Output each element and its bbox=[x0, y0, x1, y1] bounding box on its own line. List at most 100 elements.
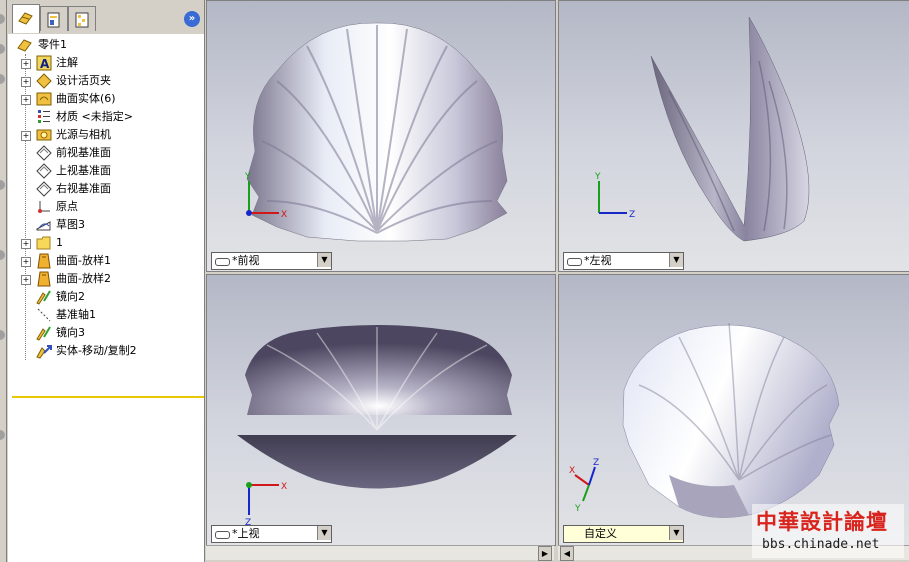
viewport-custom-label[interactable]: 自定义 ▼ bbox=[563, 525, 684, 543]
watermark-url: bbs.chinade.net bbox=[762, 537, 880, 552]
chevron-down-icon[interactable]: ▼ bbox=[669, 526, 683, 540]
axis-triad-top bbox=[246, 482, 279, 515]
viewport-top-label[interactable]: *上视 ▼ bbox=[211, 525, 332, 543]
strip-handle[interactable] bbox=[0, 250, 5, 260]
tree-item-annotations[interactable]: + A 注解 bbox=[8, 54, 204, 72]
move-copy-icon bbox=[36, 343, 52, 359]
tree-item-folder[interactable]: + 1 bbox=[8, 234, 204, 252]
feature-manager-panel: » 零件1 + A 注解 + 设计活页夹 + 曲面实体(6) 材质 <未指定> bbox=[8, 0, 205, 562]
material-icon bbox=[36, 109, 52, 125]
design-binder-icon bbox=[36, 73, 52, 89]
lights-cameras-icon bbox=[36, 127, 52, 143]
feature-tree: 零件1 + A 注解 + 设计活页夹 + 曲面实体(6) 材质 <未指定> + … bbox=[8, 36, 204, 398]
tree-item-label: 镜向2 bbox=[56, 290, 85, 303]
shell-left-view: Y Z bbox=[594, 16, 810, 242]
shell-top-view: X Z bbox=[237, 325, 517, 528]
strip-handle[interactable] bbox=[0, 180, 5, 190]
strip-handle[interactable] bbox=[0, 330, 5, 340]
tree-item-label: 前视基准面 bbox=[56, 146, 111, 159]
tree-item-label: 基准轴1 bbox=[56, 308, 96, 321]
loft-icon bbox=[36, 253, 52, 269]
expand-toggle[interactable]: + bbox=[21, 257, 31, 267]
tree-item-design-binder[interactable]: + 设计活页夹 bbox=[8, 72, 204, 90]
watermark-title: 中華設計論壇 bbox=[756, 510, 888, 534]
surface-bodies-icon bbox=[36, 91, 52, 107]
tab-configuration-manager[interactable] bbox=[68, 6, 96, 31]
tree-item-label: 曲面-放样1 bbox=[56, 254, 111, 267]
tree-item-part[interactable]: 零件1 bbox=[8, 36, 204, 54]
tree-item-right-plane[interactable]: 右视基准面 bbox=[8, 180, 204, 198]
link-views-icon bbox=[215, 531, 230, 539]
tree-item-mirror2[interactable]: 镜向2 bbox=[8, 288, 204, 306]
strip-handle[interactable] bbox=[0, 14, 5, 24]
tree-item-sketch[interactable]: 草图3 bbox=[8, 216, 204, 234]
tree-item-lights-cameras[interactable]: + 光源与相机 bbox=[8, 126, 204, 144]
scroll-left-arrow-icon[interactable]: ◀ bbox=[560, 546, 574, 561]
watermark: 中華設計論壇 bbs.chinade.net bbox=[752, 504, 904, 558]
chevron-down-icon[interactable]: ▼ bbox=[317, 526, 331, 540]
tree-item-label: 草图3 bbox=[56, 218, 85, 231]
left-edge-strip bbox=[0, 0, 7, 562]
link-views-icon bbox=[567, 258, 582, 266]
axis-icon bbox=[36, 307, 52, 323]
viewport-left[interactable]: Y Z *左视 ▼ bbox=[558, 0, 909, 272]
part-icon bbox=[17, 37, 33, 53]
tree-item-label: 设计活页夹 bbox=[56, 74, 111, 87]
axis-triad-custom bbox=[574, 466, 596, 502]
expand-toggle[interactable]: + bbox=[21, 77, 31, 87]
tree-item-loft2[interactable]: + 曲面-放样2 bbox=[8, 270, 204, 288]
collapse-panel-button[interactable]: » bbox=[184, 11, 200, 27]
tree-item-material[interactable]: 材质 <未指定> bbox=[8, 108, 204, 126]
loft-icon bbox=[36, 271, 52, 287]
axis-label-y: Y bbox=[244, 172, 251, 182]
folder-icon bbox=[36, 235, 52, 251]
tree-item-surface-bodies[interactable]: + 曲面实体(6) bbox=[8, 90, 204, 108]
tree-item-label: 零件1 bbox=[38, 38, 67, 51]
strip-handle[interactable] bbox=[0, 430, 5, 440]
tree-item-loft1[interactable]: + 曲面-放样1 bbox=[8, 252, 204, 270]
rollback-bar[interactable] bbox=[12, 396, 204, 398]
expand-toggle[interactable]: + bbox=[21, 95, 31, 105]
tree-item-origin[interactable]: 原点 bbox=[8, 198, 204, 216]
axis-triad-left bbox=[598, 181, 627, 214]
expand-toggle[interactable]: + bbox=[21, 275, 31, 285]
horizontal-scrollbar-left[interactable]: ▶ bbox=[206, 545, 554, 561]
chevron-down-icon[interactable]: ▼ bbox=[317, 253, 331, 267]
expand-toggle[interactable]: + bbox=[21, 131, 31, 141]
tree-item-label: 镜向3 bbox=[56, 326, 85, 339]
expand-toggle[interactable]: + bbox=[21, 59, 31, 69]
annotation-icon: A bbox=[36, 55, 52, 71]
tree-item-label: 曲面实体(6) bbox=[56, 92, 116, 105]
scroll-right-arrow-icon[interactable]: ▶ bbox=[538, 546, 552, 561]
tab-feature-tree[interactable] bbox=[12, 4, 40, 33]
chevron-down-icon[interactable]: ▼ bbox=[669, 253, 683, 267]
expand-toggle[interactable]: + bbox=[21, 239, 31, 249]
strip-handle[interactable] bbox=[0, 44, 5, 54]
tree-item-top-plane[interactable]: 上视基准面 bbox=[8, 162, 204, 180]
axis-label-x: X bbox=[281, 482, 287, 492]
mirror-icon bbox=[36, 289, 52, 305]
viewport-front-label[interactable]: *前视 ▼ bbox=[211, 252, 332, 270]
axis-label-x: X bbox=[569, 466, 575, 476]
axis-label-z: Z bbox=[593, 458, 599, 468]
tree-item-move-copy[interactable]: 实体-移动/复制2 bbox=[8, 342, 204, 360]
viewport-top[interactable]: X Z *上视 ▼ bbox=[206, 274, 556, 546]
tree-item-label: 实体-移动/复制2 bbox=[56, 344, 137, 357]
strip-handle[interactable] bbox=[0, 74, 5, 84]
shell-front-view: Y X bbox=[244, 22, 508, 242]
tab-property-manager[interactable] bbox=[40, 6, 68, 31]
tree-item-front-plane[interactable]: 前视基准面 bbox=[8, 144, 204, 162]
axis-label-x: X bbox=[281, 210, 287, 220]
tree-item-label: 曲面-放样2 bbox=[56, 272, 111, 285]
viewport-front[interactable]: Y X *前视 ▼ bbox=[206, 0, 556, 272]
tree-item-label: 注解 bbox=[56, 56, 78, 69]
tree-item-axis1[interactable]: 基准轴1 bbox=[8, 306, 204, 324]
tree-item-label: 上视基准面 bbox=[56, 164, 111, 177]
viewport-left-label[interactable]: *左视 ▼ bbox=[563, 252, 684, 270]
tree-item-mirror3[interactable]: 镜向3 bbox=[8, 324, 204, 342]
tree-item-label: 原点 bbox=[56, 200, 78, 213]
axis-label-z: Z bbox=[629, 210, 635, 220]
link-views-icon bbox=[215, 258, 230, 266]
property-manager-icon bbox=[47, 12, 60, 28]
sketch-icon bbox=[36, 217, 52, 233]
